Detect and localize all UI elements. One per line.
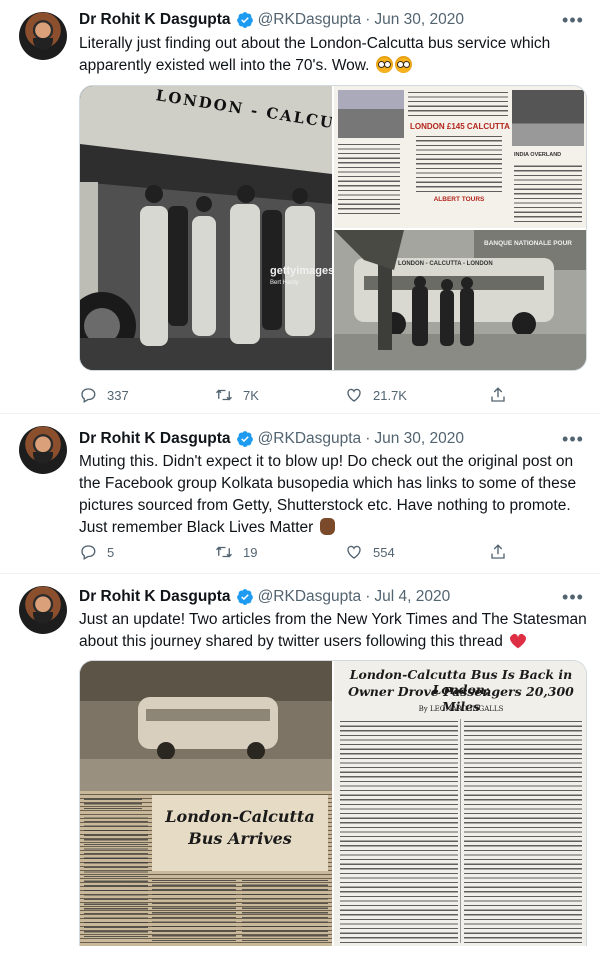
- verified-badge-icon: [236, 431, 253, 447]
- reply-count: 337: [107, 387, 129, 403]
- clipping-photo-bus: [80, 661, 332, 791]
- clipping-column-mid: [152, 877, 236, 941]
- verified-badge-icon: [236, 589, 253, 605]
- separator-dot: ·: [365, 430, 371, 447]
- retweet-button[interactable]: 7K: [215, 386, 259, 404]
- nyt-byline: By LEONARD INGALLS: [418, 705, 504, 713]
- flyer-photo-bus: [338, 90, 404, 138]
- separator-dot: ·: [365, 588, 371, 605]
- flushed-face-emoji: [375, 56, 393, 73]
- media-photo-street-bus[interactable]: BANQUE NATIONALE POUR LONDON - CALCUTTA …: [334, 230, 586, 370]
- author-avatar[interactable]: [19, 12, 67, 60]
- media-flyer[interactable]: LONDON £145 CALCUTTA ALBERT TOURS INDIA …: [334, 86, 586, 228]
- raised-fist-emoji: [319, 518, 335, 535]
- author-name[interactable]: Dr Rohit K Dasgupta: [79, 11, 231, 29]
- getty-watermark: gettyimages Bert Hardy: [270, 266, 332, 288]
- red-heart-emoji: [510, 633, 527, 649]
- author-handle[interactable]: @RKDasgupta: [258, 588, 362, 606]
- author-avatar[interactable]: [19, 426, 67, 474]
- tweet-text: Just an update! Two articles from the Ne…: [79, 609, 589, 653]
- tweet-actions: 337 7K 21.7K: [79, 385, 579, 405]
- separator-dot: ·: [365, 11, 371, 28]
- media-grid: LONDON - CALCUTTA - LONDON gettyimages B…: [79, 85, 587, 371]
- tweet-header: Dr Rohit K Dasgupta @RKDasgupta · Jul 4,…: [79, 586, 450, 608]
- tweet-date[interactable]: Jun 30, 2020: [374, 430, 464, 448]
- tweet-header: Dr Rohit K Dasgupta @RKDasgupta · Jun 30…: [79, 9, 464, 31]
- like-icon: [347, 545, 361, 559]
- tweet-1[interactable]: Dr Rohit K Dasgupta @RKDasgupta · Jun 30…: [0, 0, 600, 403]
- media-photo-bus-boarding[interactable]: LONDON - CALCUTTA - LONDON gettyimages B…: [80, 86, 332, 370]
- clipping-column-left: [84, 817, 148, 937]
- share-button[interactable]: [489, 543, 517, 561]
- flyer-text-top: [408, 90, 508, 116]
- bank-sign: BANQUE NATIONALE POUR: [484, 240, 572, 247]
- author-handle[interactable]: @RKDasgupta: [258, 430, 362, 448]
- flyer-photo-interior: [512, 90, 584, 146]
- reply-icon: [81, 388, 96, 403]
- retweet-count: 7K: [243, 387, 259, 403]
- more-icon[interactable]: •••: [560, 9, 586, 31]
- share-button[interactable]: [489, 386, 517, 404]
- author-handle[interactable]: @RKDasgupta: [258, 11, 362, 29]
- like-icon: [347, 388, 361, 402]
- more-icon[interactable]: •••: [560, 428, 586, 450]
- like-button[interactable]: 554: [345, 543, 395, 561]
- tweet-2[interactable]: Dr Rohit K Dasgupta @RKDasgupta · Jun 30…: [0, 414, 600, 574]
- like-count: 21.7K: [373, 387, 407, 403]
- retweet-count: 19: [243, 544, 258, 560]
- caption-text: [84, 797, 142, 809]
- watermark-credit: Bert Hardy: [270, 280, 299, 286]
- reply-count: 5: [107, 544, 115, 560]
- tweet-3[interactable]: Dr Rohit K Dasgupta @RKDasgupta · Jul 4,…: [0, 574, 600, 958]
- street-bus-sign: LONDON - CALCUTTA - LONDON: [398, 261, 493, 267]
- flyer-subtitle: ALBERT TOURS: [433, 196, 485, 203]
- media-grid: London-Calcutta Bus Arrives London-Calcu…: [79, 660, 587, 946]
- more-icon[interactable]: •••: [560, 586, 586, 608]
- street-photo-illustration: [334, 230, 586, 370]
- nyt-column-rule: [460, 719, 461, 943]
- author-name[interactable]: Dr Rohit K Dasgupta: [79, 430, 231, 448]
- tweet-text: Muting this. Didn't expect it to blow up…: [79, 451, 589, 539]
- flyer-text-left: [338, 144, 400, 214]
- verified-badge-icon: [236, 12, 253, 28]
- tweet-date[interactable]: Jun 30, 2020: [374, 11, 464, 29]
- flyer-text-middle: [416, 136, 502, 192]
- reply-button[interactable]: 337: [79, 386, 129, 404]
- clipping-column-right: [242, 877, 328, 941]
- author-name[interactable]: Dr Rohit K Dasgupta: [79, 588, 231, 606]
- tweet-text-body: Literally just finding out about the Lon…: [79, 35, 551, 74]
- media-clipping-statesman[interactable]: London-Calcutta Bus Arrives: [80, 661, 332, 946]
- tweet-text: Literally just finding out about the Lon…: [79, 33, 589, 77]
- bus-photo-illustration: [80, 86, 332, 370]
- share-icon: [491, 387, 505, 402]
- nyt-column-left: [340, 719, 458, 943]
- flyer-text-right: [514, 162, 582, 222]
- tweet-actions: 5 19 554: [79, 542, 579, 562]
- retweet-button[interactable]: 19: [215, 543, 257, 561]
- clipping-headline-2: Bus Arrives: [188, 829, 292, 848]
- retweet-icon: [216, 546, 232, 558]
- like-count: 554: [373, 544, 395, 560]
- tweet-date[interactable]: Jul 4, 2020: [374, 588, 450, 606]
- reply-icon: [81, 545, 96, 560]
- flyer-sidebar-title: INDIA OVERLAND: [514, 152, 562, 158]
- retweet-icon: [216, 389, 232, 401]
- media-clipping-nytimes[interactable]: London-Calcutta Bus Is Back in London; O…: [334, 661, 586, 946]
- author-avatar[interactable]: [19, 586, 67, 634]
- nyt-column-right: [464, 719, 582, 943]
- flushed-face-emoji: [394, 56, 412, 73]
- like-button[interactable]: 21.7K: [345, 386, 407, 404]
- flyer-title: LONDON £145 CALCUTTA: [410, 122, 510, 131]
- share-icon: [491, 544, 505, 559]
- clipping-headline-1: London-Calcutta: [165, 807, 315, 826]
- tweet-header: Dr Rohit K Dasgupta @RKDasgupta · Jun 30…: [79, 428, 464, 450]
- watermark-text: gettyimages: [270, 265, 332, 277]
- reply-button[interactable]: 5: [79, 543, 114, 561]
- clipping-headline-box: London-Calcutta Bus Arrives: [152, 795, 328, 871]
